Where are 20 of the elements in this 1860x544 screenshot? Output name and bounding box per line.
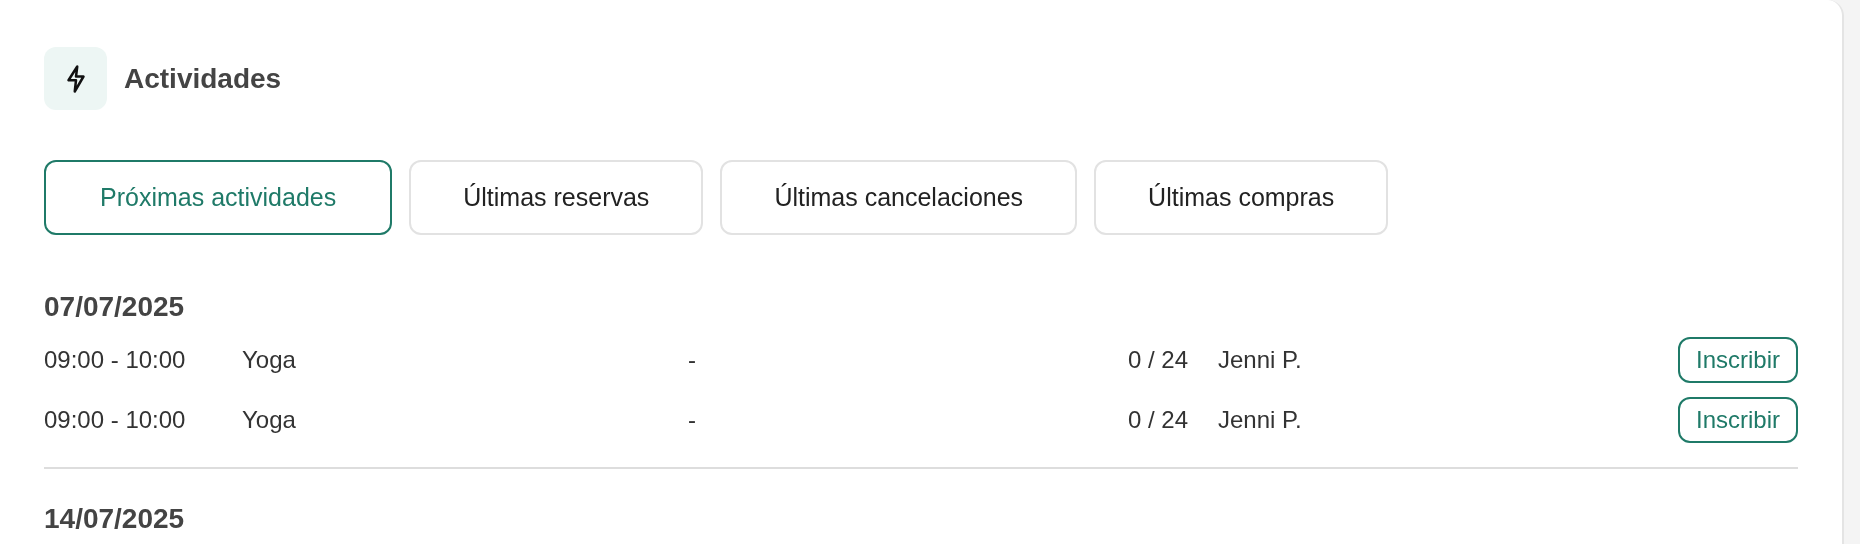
tab[interactable]: Últimas cancelaciones <box>720 160 1078 235</box>
time-range: 09:00 - 10:00 <box>44 345 187 375</box>
lightning-icon <box>44 47 107 110</box>
enroll-button[interactable]: Inscribir <box>1678 337 1798 383</box>
enroll-button[interactable]: Inscribir <box>1678 397 1798 443</box>
date-heading: 14/07/2025 <box>44 502 186 536</box>
activity-name: Yoga <box>242 405 297 435</box>
instructor-name: Jenni P. <box>1218 345 1303 375</box>
tab[interactable]: Próximas actividades <box>44 160 393 235</box>
section-title: Actividades <box>124 61 282 96</box>
tab[interactable]: Últimas compras <box>1094 160 1389 235</box>
time-range: 09:00 - 10:00 <box>44 405 187 435</box>
activity-name: Yoga <box>242 345 297 375</box>
date-heading: 07/07/2025 <box>44 290 186 324</box>
occupancy-count: 0 / 24 <box>1128 345 1190 375</box>
tab[interactable]: Últimas reservas <box>409 160 704 235</box>
occupancy-count: 0 / 24 <box>1128 405 1190 435</box>
instructor-name: Jenni P. <box>1218 405 1303 435</box>
room-text: - <box>688 405 697 435</box>
room-text: - <box>688 345 697 375</box>
